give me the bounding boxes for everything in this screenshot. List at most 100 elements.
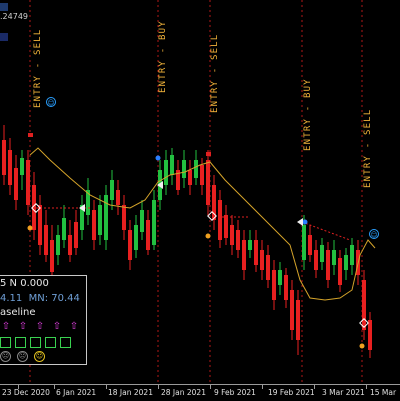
- date-label: 23 Dec 2020: [2, 388, 50, 397]
- status-box-icon: [45, 337, 56, 348]
- candle-body: [278, 270, 282, 285]
- candle-body: [92, 210, 96, 240]
- signal-label-sell-1: ENTRY - SELL: [33, 28, 43, 108]
- candle-body: [248, 240, 252, 250]
- candle-body: [362, 280, 366, 330]
- date-tick: [106, 385, 107, 389]
- candle-body: [110, 180, 114, 200]
- sell-arrow-marker: [206, 152, 211, 156]
- candle-body: [134, 225, 138, 250]
- smile-icon: ☺: [46, 97, 56, 107]
- panel-line-3: aseline: [0, 307, 36, 318]
- date-tick: [54, 385, 55, 389]
- candle-body: [38, 205, 42, 245]
- date-label: 18 Jan 2021: [108, 388, 153, 397]
- candle-body: [68, 235, 72, 255]
- candle-body: [242, 240, 246, 270]
- panel-indicator-box: [0, 33, 8, 41]
- candle-body: [50, 240, 54, 272]
- candle-body: [236, 230, 240, 250]
- candle-body: [302, 225, 306, 260]
- signal-label-buy-2: ENTRY - BUY: [303, 78, 313, 151]
- candle-body: [344, 255, 348, 270]
- candle-body: [350, 245, 354, 265]
- candle-body: [290, 290, 294, 330]
- candle-body: [116, 190, 120, 205]
- candle-body: [260, 250, 264, 270]
- status-box-icon: [30, 337, 41, 348]
- candle-body: [284, 275, 288, 300]
- up-arrow-icon: ⇧: [1, 321, 11, 332]
- candle-body: [182, 160, 186, 178]
- candle-body: [152, 200, 156, 245]
- panel-line-1: 5 N 0.000: [0, 278, 49, 289]
- candle-body: [164, 160, 168, 185]
- status-box-icon: [0, 337, 11, 348]
- candle-body: [188, 170, 192, 185]
- candle-body: [266, 255, 270, 280]
- panel-icon-row: ☹ ☹ ☺: [0, 351, 45, 362]
- candle-body: [320, 245, 324, 262]
- candle-body: [218, 200, 222, 240]
- date-label: 28 Jan 2021: [161, 388, 206, 397]
- up-arrow-icon: ⇧: [18, 321, 28, 332]
- happy-face-icon: ☺: [34, 351, 45, 362]
- date-label: 19 Feb 2021: [268, 388, 315, 397]
- candle-body: [98, 205, 102, 235]
- price-tag-value: .24749: [0, 12, 28, 21]
- panel-arrow-row: ⇧ ⇧ ⇧ ⇧ ⇧: [0, 322, 80, 332]
- candle-body: [368, 320, 372, 350]
- sad-face-icon: ☹: [0, 351, 11, 362]
- date-label: 15 Mar: [370, 388, 397, 397]
- candle-body: [314, 250, 318, 270]
- signal-label-buy-1: ENTRY - BUY: [158, 20, 168, 93]
- candle-body: [308, 235, 312, 255]
- candle-body: [206, 160, 210, 205]
- price-tag: .24749: [0, 2, 28, 21]
- candle-body: [338, 258, 342, 285]
- up-arrow-icon: ⇧: [69, 321, 79, 332]
- candle-body: [128, 230, 132, 260]
- panel-line-2: 4.11 MN: 70.44: [0, 293, 80, 304]
- buy-dot-marker: [155, 155, 161, 161]
- candle-body: [26, 160, 30, 205]
- panel-value-a: 4.11: [0, 293, 23, 304]
- candle-body: [224, 215, 228, 238]
- triangle-marker: [297, 218, 303, 226]
- date-tick: [366, 385, 367, 389]
- candle-body: [2, 140, 6, 175]
- candle-body: [8, 150, 12, 185]
- buy-dot-marker: [302, 219, 308, 225]
- candle-body: [44, 225, 48, 255]
- candle-body: [230, 225, 234, 245]
- candle-body: [194, 160, 198, 178]
- exit-dot-marker: [205, 233, 211, 239]
- panel-value-mn: MN: 70.44: [28, 293, 80, 304]
- panel-box-row: [0, 337, 71, 348]
- indicator-info-panel: 5 N 0.000 4.11 MN: 70.44 aseline ⇧ ⇧ ⇧ ⇧…: [0, 275, 87, 365]
- date-label: 3 Mar 2021: [322, 388, 365, 397]
- candle-body: [296, 300, 300, 340]
- smile-icon: ☺: [369, 229, 379, 239]
- date-axis: 23 Dec 2020 6 Jan 2021 18 Jan 2021 28 Ja…: [0, 384, 400, 401]
- exit-dot-marker: [27, 225, 33, 231]
- date-label: 6 Jan 2021: [56, 388, 97, 397]
- candle-body: [20, 158, 24, 175]
- candle-body: [254, 240, 258, 265]
- candle-body: [122, 205, 126, 230]
- candle-body: [146, 220, 150, 250]
- date-label: 9 Feb 2021: [214, 388, 256, 397]
- date-tick: [158, 385, 159, 389]
- candle-body: [62, 218, 66, 240]
- signal-label-sell-3: ENTRY - SELL: [363, 108, 373, 188]
- date-tick: [262, 385, 263, 389]
- candle-body: [332, 250, 336, 265]
- status-box-icon: [15, 337, 26, 348]
- up-arrow-icon: ⇧: [35, 321, 45, 332]
- candle-body: [170, 155, 174, 175]
- sad-face-icon: ☹: [17, 351, 28, 362]
- up-arrow-icon: ⇧: [52, 321, 62, 332]
- candle-body: [14, 168, 18, 200]
- status-box-icon: [60, 337, 71, 348]
- candle-body: [56, 235, 60, 255]
